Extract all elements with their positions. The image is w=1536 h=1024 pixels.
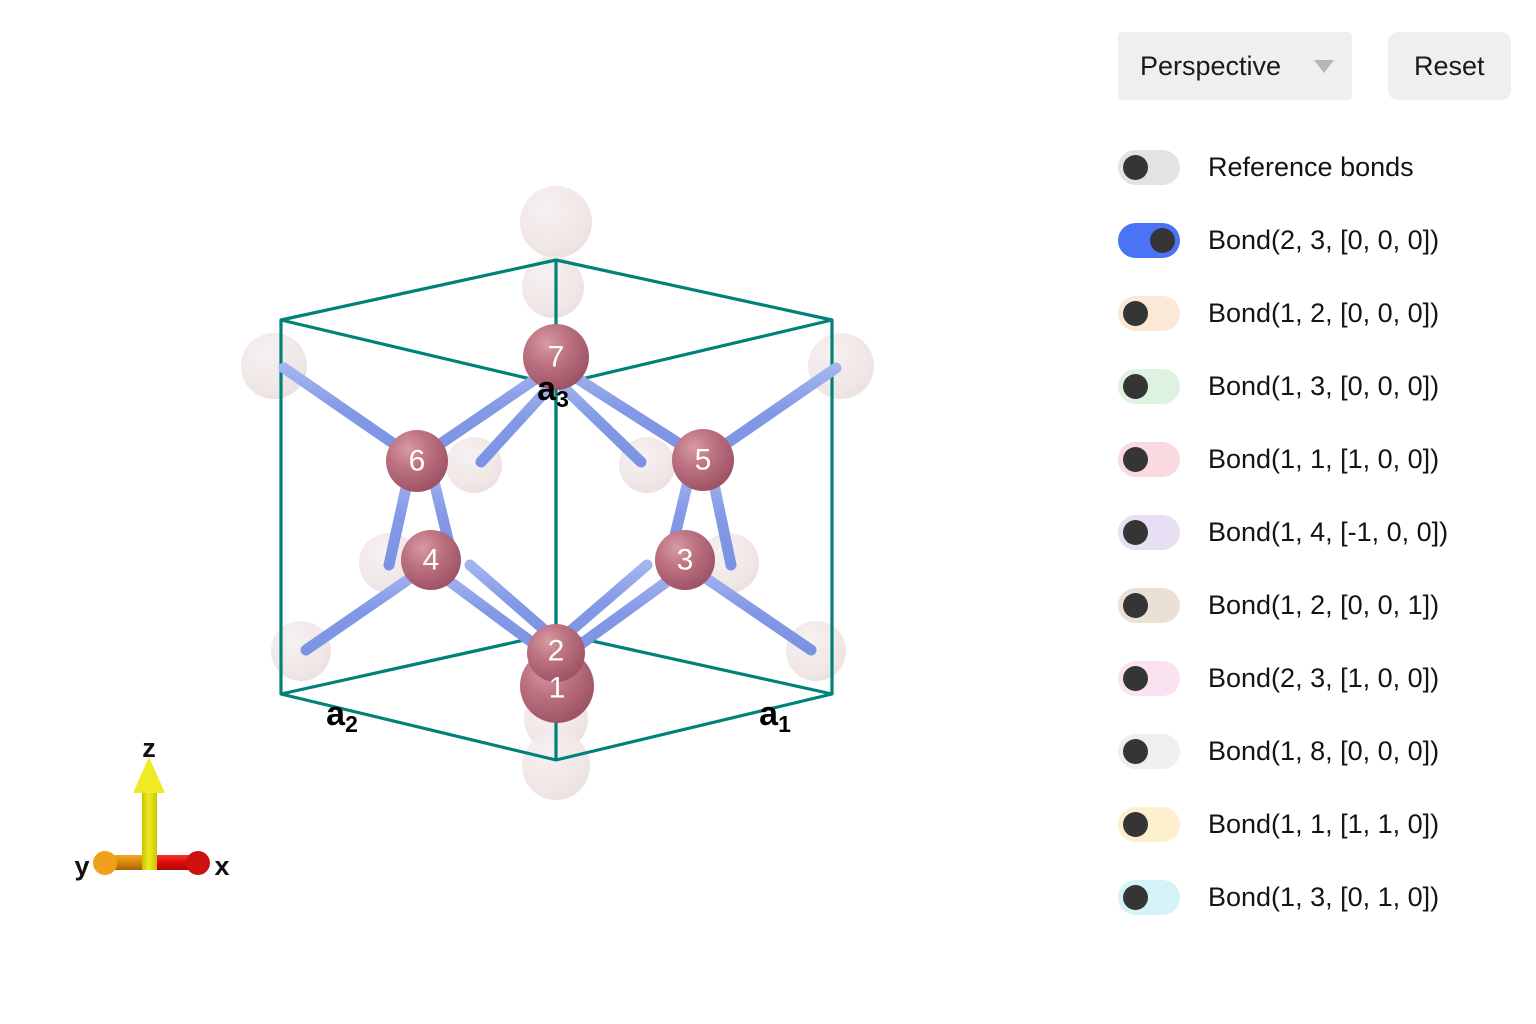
legend-label: Bond(1, 4, [-1, 0, 0])	[1208, 517, 1449, 547]
bond-visibility-toggle[interactable]	[1118, 588, 1180, 623]
lattice-vector-subscript: 1	[778, 711, 791, 737]
toggle-knob	[1123, 885, 1148, 910]
projection-mode-label: Perspective	[1140, 50, 1282, 81]
toggle-knob	[1123, 520, 1148, 545]
atom-label: 1	[549, 672, 566, 705]
svg-text:a2: a2	[326, 695, 358, 737]
bond-visibility-toggle[interactable]	[1118, 734, 1180, 769]
legend-label: Bond(1, 8, [0, 0, 0])	[1208, 736, 1440, 766]
legend-label: Bond(2, 3, [1, 0, 0])	[1208, 663, 1440, 693]
legend-label: Bond(1, 1, [1, 0, 0])	[1208, 444, 1440, 474]
atom-label: 2	[548, 635, 565, 668]
lattice-vector-name: a	[759, 695, 779, 733]
reset-button[interactable]: Reset	[1388, 32, 1511, 100]
legend-label: Bond(1, 2, [0, 0, 1])	[1208, 590, 1440, 620]
lattice-vector-subscript: 3	[556, 386, 569, 412]
control-panel: Perspective Reset Reference bonds Bond(2,…	[1090, 0, 1536, 1024]
axis-z	[133, 757, 165, 870]
toggle-knob	[1123, 447, 1148, 472]
atom-label: 6	[409, 445, 426, 478]
atom-label: 3	[677, 544, 694, 577]
legend-row[interactable]: Reference bonds	[1118, 131, 1528, 204]
axis-y-label: y	[74, 851, 89, 881]
axis-x	[149, 851, 210, 875]
legend-row[interactable]: Bond(1, 1, [1, 0, 0])	[1118, 423, 1528, 496]
bond-visibility-toggle[interactable]	[1118, 515, 1180, 550]
toggle-knob	[1123, 812, 1148, 837]
toggle-knob	[1123, 374, 1148, 399]
bond-legend-list: Reference bonds Bond(2, 3, [0, 0, 0]) Bond…	[1118, 131, 1528, 934]
atom-label: 7	[548, 341, 565, 374]
chevron-down-icon	[1314, 59, 1334, 73]
bond-visibility-toggle[interactable]	[1118, 442, 1180, 477]
axis-x-label: x	[214, 851, 229, 881]
legend-label: Bond(2, 3, [0, 0, 0])	[1208, 225, 1440, 255]
reset-button-label: Reset	[1414, 50, 1485, 81]
legend-label: Bond(1, 2, [0, 0, 0])	[1208, 298, 1440, 328]
legend-label: Bond(1, 3, [0, 1, 0])	[1208, 882, 1440, 912]
lattice-vector-name: a	[326, 695, 346, 733]
legend-row[interactable]: Bond(2, 3, [0, 0, 0])	[1118, 204, 1528, 277]
bond-visibility-toggle[interactable]	[1118, 369, 1180, 404]
legend-row[interactable]: Bond(2, 3, [1, 0, 0])	[1118, 642, 1528, 715]
atom-label: 4	[423, 544, 440, 577]
toggle-knob	[1123, 666, 1148, 691]
legend-row[interactable]: Bond(1, 3, [0, 1, 0])	[1118, 861, 1528, 934]
bond-visibility-toggle[interactable]	[1118, 296, 1180, 331]
toggle-knob	[1123, 739, 1148, 764]
toggle-knob	[1150, 228, 1175, 253]
lattice-vector-name: a	[537, 370, 557, 408]
bond-visibility-toggle[interactable]	[1118, 223, 1180, 258]
toggle-knob	[1123, 155, 1148, 180]
legend-label: Bond(1, 1, [1, 1, 0])	[1208, 809, 1440, 839]
legend-row[interactable]: Bond(1, 8, [0, 0, 0])	[1118, 715, 1528, 788]
toggle-knob	[1123, 593, 1148, 618]
axis-y	[93, 851, 149, 875]
toggle-knob	[1123, 301, 1148, 326]
bond-visibility-toggle[interactable]	[1118, 661, 1180, 696]
atom-label: 5	[695, 444, 712, 477]
legend-label: Bond(1, 3, [0, 0, 0])	[1208, 371, 1440, 401]
bond-visibility-toggle[interactable]	[1118, 807, 1180, 842]
legend-row[interactable]: Bond(1, 2, [0, 0, 1])	[1118, 569, 1528, 642]
axis-orientation-gizmo[interactable]: z y x	[55, 735, 265, 900]
bond-visibility-toggle[interactable]	[1118, 880, 1180, 915]
svg-text:a1: a1	[759, 695, 791, 737]
legend-row[interactable]: Bond(1, 2, [0, 0, 0])	[1118, 277, 1528, 350]
bond-visibility-toggle[interactable]	[1118, 150, 1180, 185]
viewer-toolbar: Perspective Reset	[1118, 32, 1511, 100]
projection-mode-select[interactable]: Perspective	[1118, 32, 1352, 100]
legend-row[interactable]: Bond(1, 1, [1, 1, 0])	[1118, 788, 1528, 861]
legend-label: Reference bonds	[1208, 152, 1414, 182]
legend-row[interactable]: Bond(1, 3, [0, 0, 0])	[1118, 350, 1528, 423]
lattice-vector-subscript: 2	[345, 711, 358, 737]
structure-viewer[interactable]: 1 2 3 4 5 6 7 a1 a2 a3 z y x	[0, 0, 1090, 1024]
legend-row[interactable]: Bond(1, 4, [-1, 0, 0])	[1118, 496, 1528, 569]
axis-z-label: z	[142, 735, 156, 763]
